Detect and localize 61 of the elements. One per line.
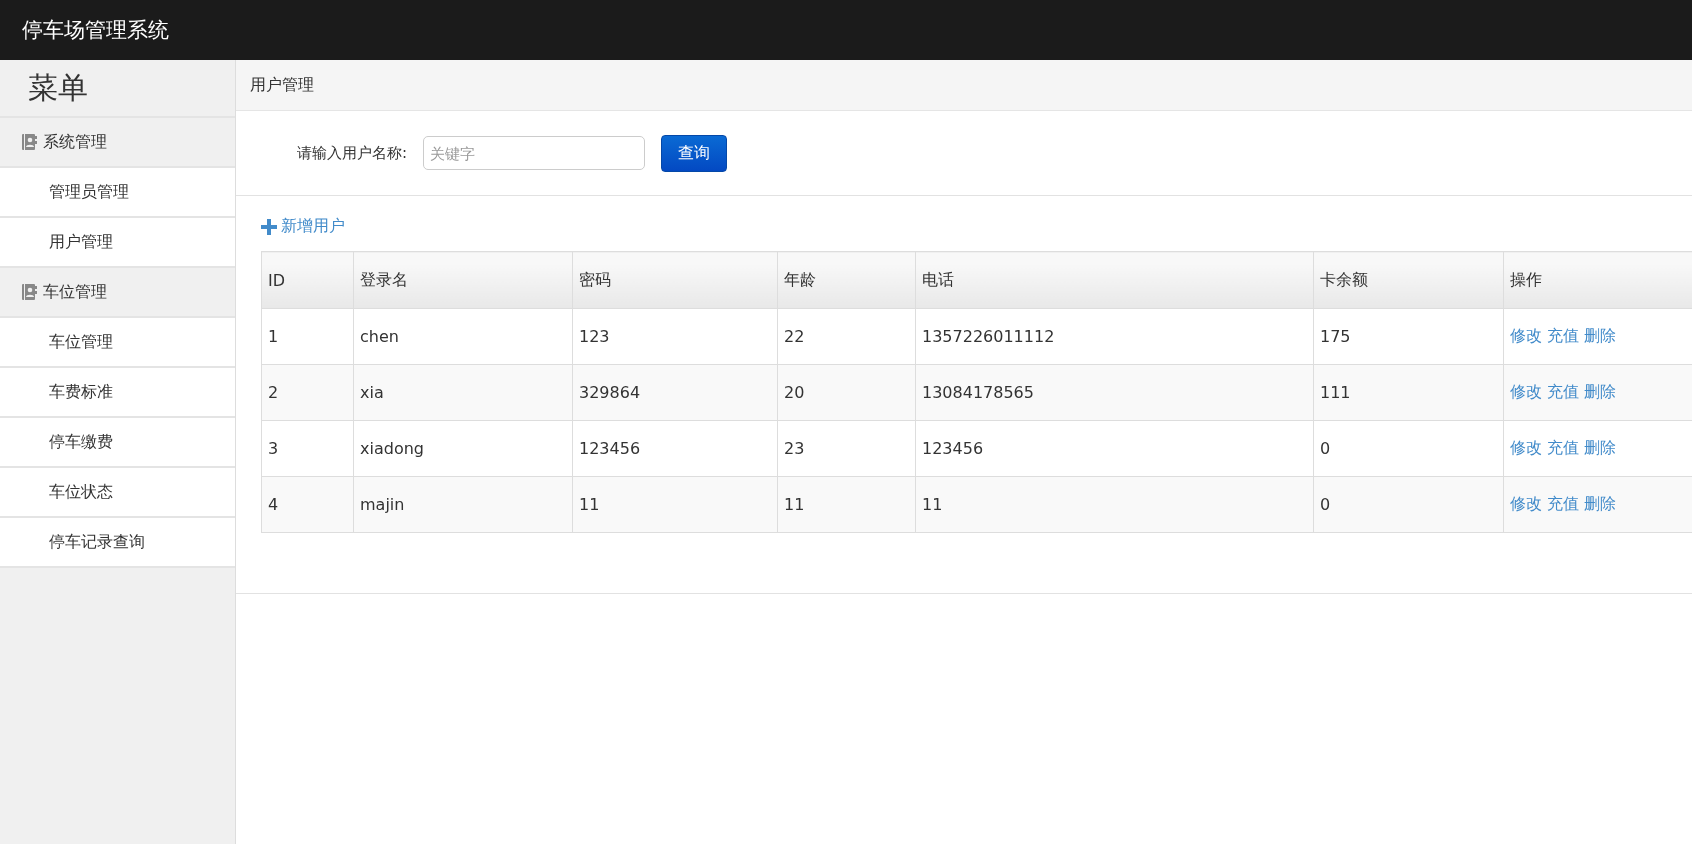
add-user-link[interactable]: 新增用户 (261, 216, 345, 237)
search-button[interactable]: 查询 (661, 134, 728, 172)
table-cell: chen (353, 308, 573, 365)
table-cell: 1 (261, 308, 354, 365)
action-link[interactable]: 修改 (1510, 382, 1542, 401)
sidebar-item[interactable]: 停车缴费 (0, 418, 235, 468)
table-cell: 3 (261, 420, 354, 477)
table-cell: 11 (572, 476, 778, 533)
table-cell: xia (353, 364, 573, 421)
column-header: ID (261, 251, 354, 309)
group-label: 系统管理 (43, 131, 107, 153)
column-header: 卡余额 (1313, 251, 1504, 309)
app-title: 停车场管理系统 (22, 17, 169, 44)
action-link[interactable]: 充值 (1547, 326, 1579, 345)
table-cell: 23 (777, 420, 916, 477)
table-cell: 175 (1313, 308, 1504, 365)
table-cell: 20 (777, 364, 916, 421)
table-cell: 123456 (915, 420, 1314, 477)
search-label: 请输入用户名称: (297, 143, 408, 163)
action-link[interactable]: 删除 (1584, 326, 1616, 345)
breadcrumb: 用户管理 (236, 60, 1692, 111)
table-cell: 13084178565 (915, 364, 1314, 421)
action-link[interactable]: 充值 (1547, 382, 1579, 401)
action-link[interactable]: 修改 (1510, 438, 1542, 457)
sidebar-item[interactable]: 车费标准 (0, 368, 235, 418)
action-link[interactable]: 删除 (1584, 494, 1616, 513)
table-cell: 123 (572, 308, 778, 365)
address-book-icon (22, 134, 37, 150)
table-cell: 123456 (572, 420, 778, 477)
table-cell: xiadong (353, 420, 573, 477)
plus-icon (261, 218, 277, 235)
column-header: 登录名 (353, 251, 573, 309)
action-link[interactable]: 充值 (1547, 494, 1579, 513)
table-cell: 329864 (572, 364, 778, 421)
action-link[interactable]: 修改 (1510, 326, 1542, 345)
column-header: 操作 (1503, 251, 1692, 309)
action-link[interactable]: 修改 (1510, 494, 1542, 513)
table-cell: 11 (915, 476, 1314, 533)
table-cell: 4 (261, 476, 354, 533)
column-header: 年龄 (777, 251, 916, 309)
sidebar-item[interactable]: 管理员管理 (0, 168, 235, 218)
column-header: 密码 (572, 251, 778, 309)
table-cell: 0 (1313, 420, 1504, 477)
column-header: 电话 (915, 251, 1314, 309)
sidebar-item[interactable]: 用户管理 (0, 218, 235, 268)
table-cell: 0 (1313, 476, 1504, 533)
table-cell: 22 (777, 308, 916, 365)
sidebar-item[interactable]: 车位管理 (0, 318, 235, 368)
table-cell: 2 (261, 364, 354, 421)
action-link[interactable]: 删除 (1584, 382, 1616, 401)
table-cell: majin (353, 476, 573, 533)
search-field[interactable]: 关键字 (423, 136, 646, 170)
address-book-icon (22, 284, 37, 300)
table-cell: 111 (1313, 364, 1504, 421)
group-label: 车位管理 (43, 281, 107, 303)
table-cell: 1357226011112 (915, 308, 1314, 365)
sidebar-item[interactable]: 车位状态 (0, 468, 235, 518)
action-link[interactable]: 充值 (1547, 438, 1579, 457)
sidebar-item[interactable]: 停车记录查询 (0, 518, 235, 568)
table-cell: 11 (777, 476, 916, 533)
action-link[interactable]: 删除 (1584, 438, 1616, 457)
